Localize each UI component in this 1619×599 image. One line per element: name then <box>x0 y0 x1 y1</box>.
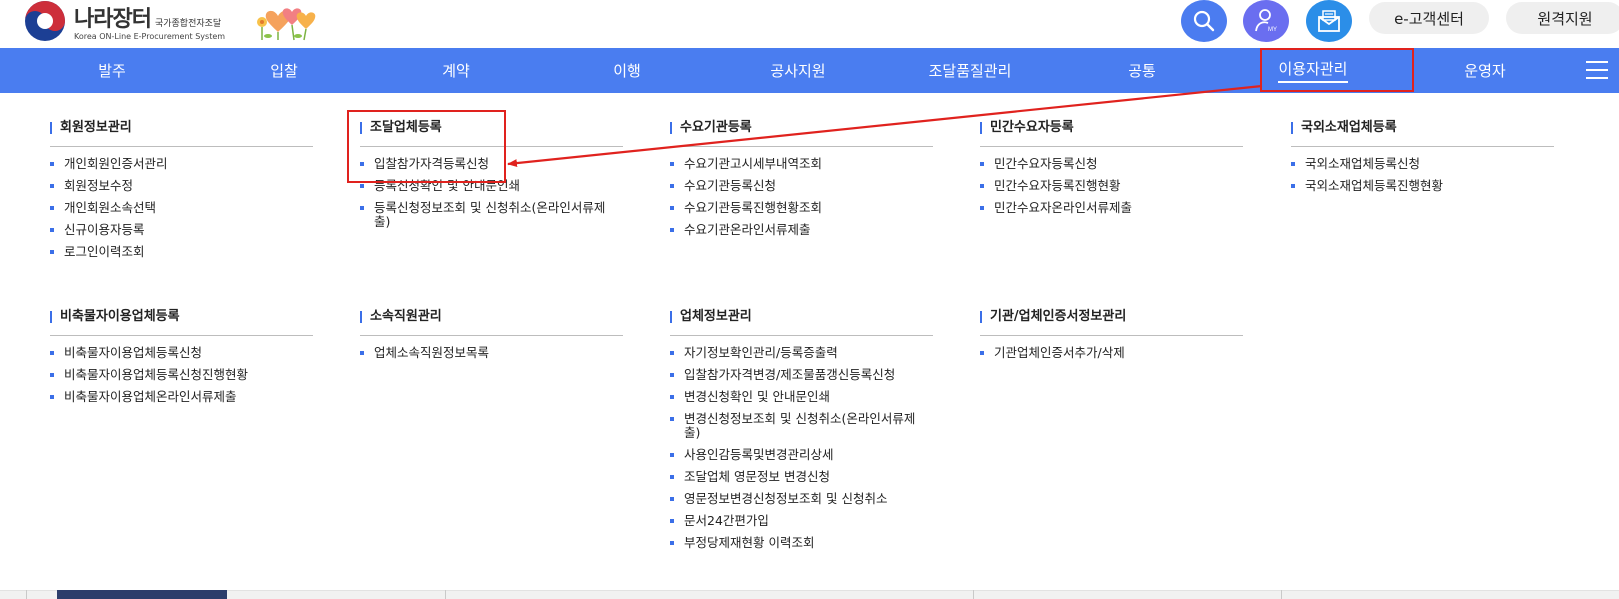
underlying-page-strip <box>0 590 1619 599</box>
divider <box>445 590 446 599</box>
page-root: 나라장터 국가종합전자조달 Korea ON-Line E-Procuremen… <box>0 0 1619 599</box>
divider <box>1281 590 1282 599</box>
divider <box>973 590 974 599</box>
annotation-arrow <box>507 84 1263 168</box>
divider <box>26 590 27 599</box>
underlying-banner <box>57 590 227 599</box>
